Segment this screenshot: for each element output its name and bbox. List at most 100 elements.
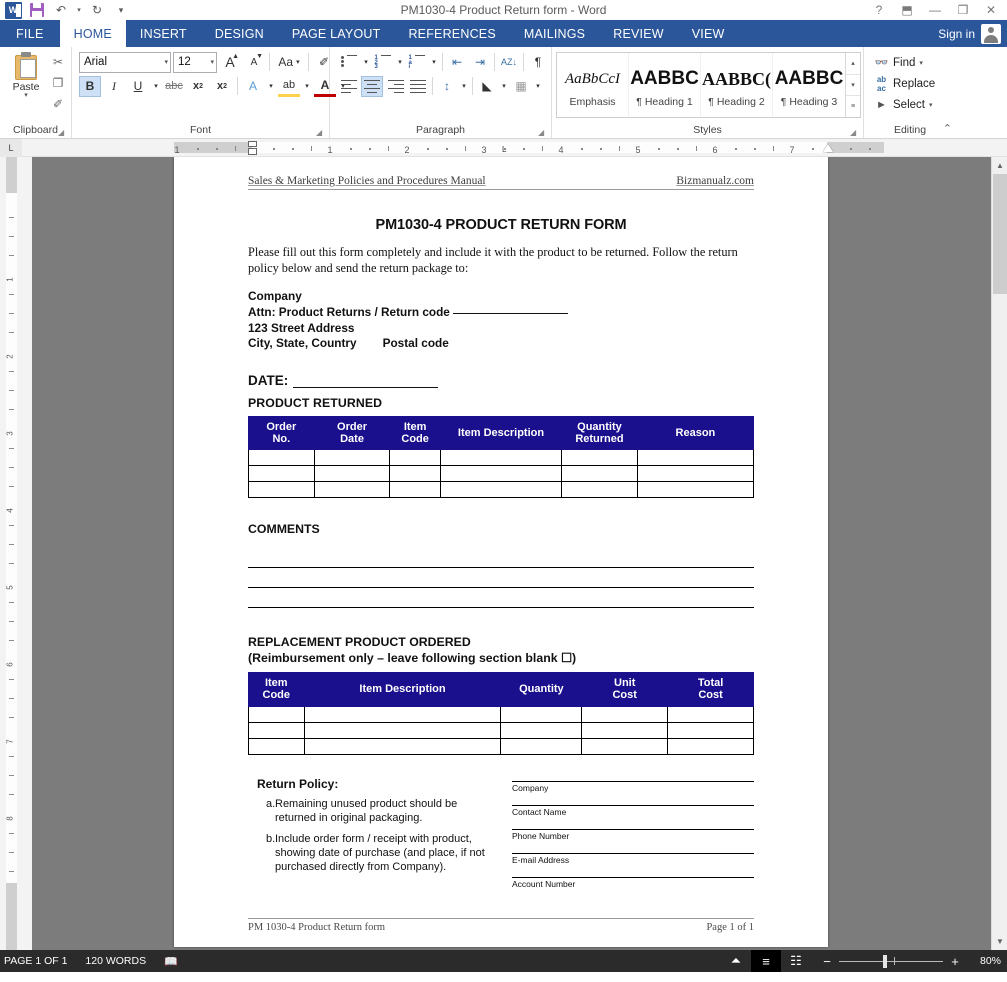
increase-indent-icon[interactable]: ⇥ <box>469 52 491 73</box>
signature-field[interactable]: Contact Name <box>512 804 754 817</box>
multilevel-caret-icon[interactable]: ▾ <box>429 52 439 73</box>
copy-icon[interactable]: ❐ <box>48 74 68 92</box>
signature-field[interactable]: E-mail Address <box>512 852 754 865</box>
table-row[interactable] <box>248 721 754 739</box>
vertical-ruler[interactable]: 1 2 3 4 5 6 7 8 <box>0 157 22 950</box>
underline-button[interactable]: U <box>127 76 149 97</box>
style-heading-1[interactable]: AABBC ¶ Heading 1 <box>629 53 701 117</box>
ruler-track[interactable]: 1 1 2 3 4 5 6 7 L <box>22 141 1007 155</box>
text-effects-icon[interactable]: A <box>242 76 264 97</box>
tab-insert[interactable]: INSERT <box>126 20 201 47</box>
styles-scroll-down-icon[interactable]: ▾ <box>846 75 860 97</box>
zoom-level[interactable]: 80% <box>967 955 1001 967</box>
shading-caret-icon[interactable]: ▾ <box>499 76 509 97</box>
styles-scroll-up-icon[interactable]: ▴ <box>846 53 860 75</box>
signature-field[interactable]: Phone Number <box>512 828 754 841</box>
signature-field[interactable]: Company <box>512 780 754 793</box>
web-layout-icon[interactable]: ☷ <box>781 950 811 972</box>
avatar[interactable] <box>981 23 1001 44</box>
zoom-in-button[interactable]: + <box>949 954 961 969</box>
tab-stop-selector[interactable]: L <box>0 138 22 157</box>
tab-design[interactable]: DESIGN <box>201 20 278 47</box>
numbering-icon[interactable]: 123 <box>372 52 394 73</box>
align-left-icon[interactable] <box>338 76 360 97</box>
tab-review[interactable]: REVIEW <box>599 20 678 47</box>
clipboard-dialog-launcher[interactable]: ◢ <box>58 128 67 137</box>
find-caret-icon[interactable]: ▾ <box>919 59 923 67</box>
vertical-scrollbar[interactable]: ▲ ▼ <box>991 157 1007 950</box>
text-effects-caret-icon[interactable]: ▾ <box>266 76 276 97</box>
sort-icon[interactable]: AZ↓ <box>498 52 520 73</box>
italic-button[interactable]: I <box>103 76 125 97</box>
zoom-slider[interactable] <box>839 950 943 972</box>
scroll-down-icon[interactable]: ▼ <box>992 933 1007 950</box>
comment-line[interactable] <box>248 568 754 589</box>
table-row[interactable] <box>248 465 755 483</box>
print-layout-icon[interactable]: ≡ <box>751 950 781 972</box>
style-heading-3[interactable]: AABBC ¶ Heading 3 <box>773 53 845 117</box>
justify-icon[interactable] <box>407 76 429 97</box>
comment-line[interactable] <box>248 548 754 569</box>
document-canvas[interactable]: Sales & Marketing Policies and Procedure… <box>22 157 1007 950</box>
paste-button[interactable]: Paste ▾ <box>6 50 46 113</box>
scrollbar-thumb[interactable] <box>993 174 1007 294</box>
line-spacing-icon[interactable]: ↕ <box>436 76 458 97</box>
shrink-font-icon[interactable]: A ▼ <box>243 52 265 73</box>
word-count[interactable]: 120 WORDS <box>85 955 146 967</box>
text-highlight-caret-icon[interactable]: ▾ <box>302 76 312 97</box>
zoom-slider-thumb[interactable] <box>883 955 887 968</box>
show-formatting-marks-icon[interactable]: ¶ <box>527 52 549 73</box>
table-row[interactable] <box>248 449 755 467</box>
bullets-caret-icon[interactable]: ▾ <box>361 52 371 73</box>
table-row[interactable] <box>248 705 754 723</box>
tab-file[interactable]: FILE <box>0 20 60 47</box>
replacement-product-table[interactable]: Item Code Item Description Quantity Unit C… <box>248 672 754 755</box>
undo-dropdown-icon[interactable]: ▾ <box>74 1 84 19</box>
tab-references[interactable]: REFERENCES <box>394 20 509 47</box>
minimize-icon[interactable]: — <box>921 0 949 20</box>
tab-stop-marker[interactable]: L <box>502 145 506 154</box>
table-row[interactable] <box>248 737 754 755</box>
help-icon[interactable]: ? <box>865 0 893 20</box>
undo-icon[interactable]: ↶ <box>50 1 72 19</box>
select-button[interactable]: ► Select ▾ <box>868 94 932 115</box>
style-emphasis[interactable]: AaBbCcI Emphasis <box>557 53 629 117</box>
underline-caret-icon[interactable]: ▾ <box>151 76 161 97</box>
paste-caret-icon[interactable]: ▾ <box>24 92 28 99</box>
zoom-out-button[interactable]: − <box>821 954 833 969</box>
align-right-icon[interactable] <box>384 76 406 97</box>
collapse-ribbon-icon[interactable]: ⌃ <box>943 122 952 135</box>
styles-more-icon[interactable]: ≡ <box>846 96 860 117</box>
style-heading-2[interactable]: AABBC( ¶ Heading 2 <box>701 53 773 117</box>
numbering-caret-icon[interactable]: ▾ <box>395 52 405 73</box>
bullets-icon[interactable] <box>338 52 360 73</box>
styles-dialog-launcher[interactable]: ◢ <box>850 128 859 137</box>
save-icon[interactable] <box>26 1 48 19</box>
font-dialog-launcher[interactable]: ◢ <box>316 128 325 137</box>
borders-icon[interactable]: ▦ <box>510 76 532 97</box>
tab-page-layout[interactable]: PAGE LAYOUT <box>278 20 395 47</box>
shading-icon[interactable]: ◣ <box>476 76 498 97</box>
redo-icon[interactable]: ↻ <box>86 1 108 19</box>
find-button[interactable]: 👓 Find ▾ <box>868 52 923 73</box>
ribbon-display-options-icon[interactable]: ⬒ <box>893 0 921 20</box>
horizontal-ruler[interactable]: L 1 1 2 3 4 5 6 7 L <box>0 138 1007 157</box>
scroll-up-icon[interactable]: ▲ <box>992 157 1007 174</box>
grow-font-icon[interactable]: A ▲ <box>219 52 241 73</box>
line-spacing-caret-icon[interactable]: ▾ <box>459 76 469 97</box>
decrease-indent-icon[interactable]: ⇤ <box>446 52 468 73</box>
customize-qat-icon[interactable]: ▾ <box>110 1 132 19</box>
borders-caret-icon[interactable]: ▾ <box>533 76 543 97</box>
select-caret-icon[interactable]: ▾ <box>929 101 933 109</box>
tab-home[interactable]: HOME <box>59 20 126 47</box>
format-painter-icon[interactable]: ✐ <box>48 95 68 113</box>
subscript-button[interactable]: x2 <box>187 76 209 97</box>
left-indent-marker[interactable] <box>248 148 257 155</box>
page-status[interactable]: PAGE 1 OF 1 <box>4 955 67 967</box>
signature-field[interactable]: Account Number <box>512 876 754 889</box>
replace-button[interactable]: ab ac Replace <box>868 73 935 94</box>
multilevel-list-icon[interactable]: 1ai <box>406 52 428 73</box>
superscript-button[interactable]: x2 <box>211 76 233 97</box>
tab-mailings[interactable]: MAILINGS <box>510 20 599 47</box>
comment-lines[interactable] <box>248 548 754 609</box>
